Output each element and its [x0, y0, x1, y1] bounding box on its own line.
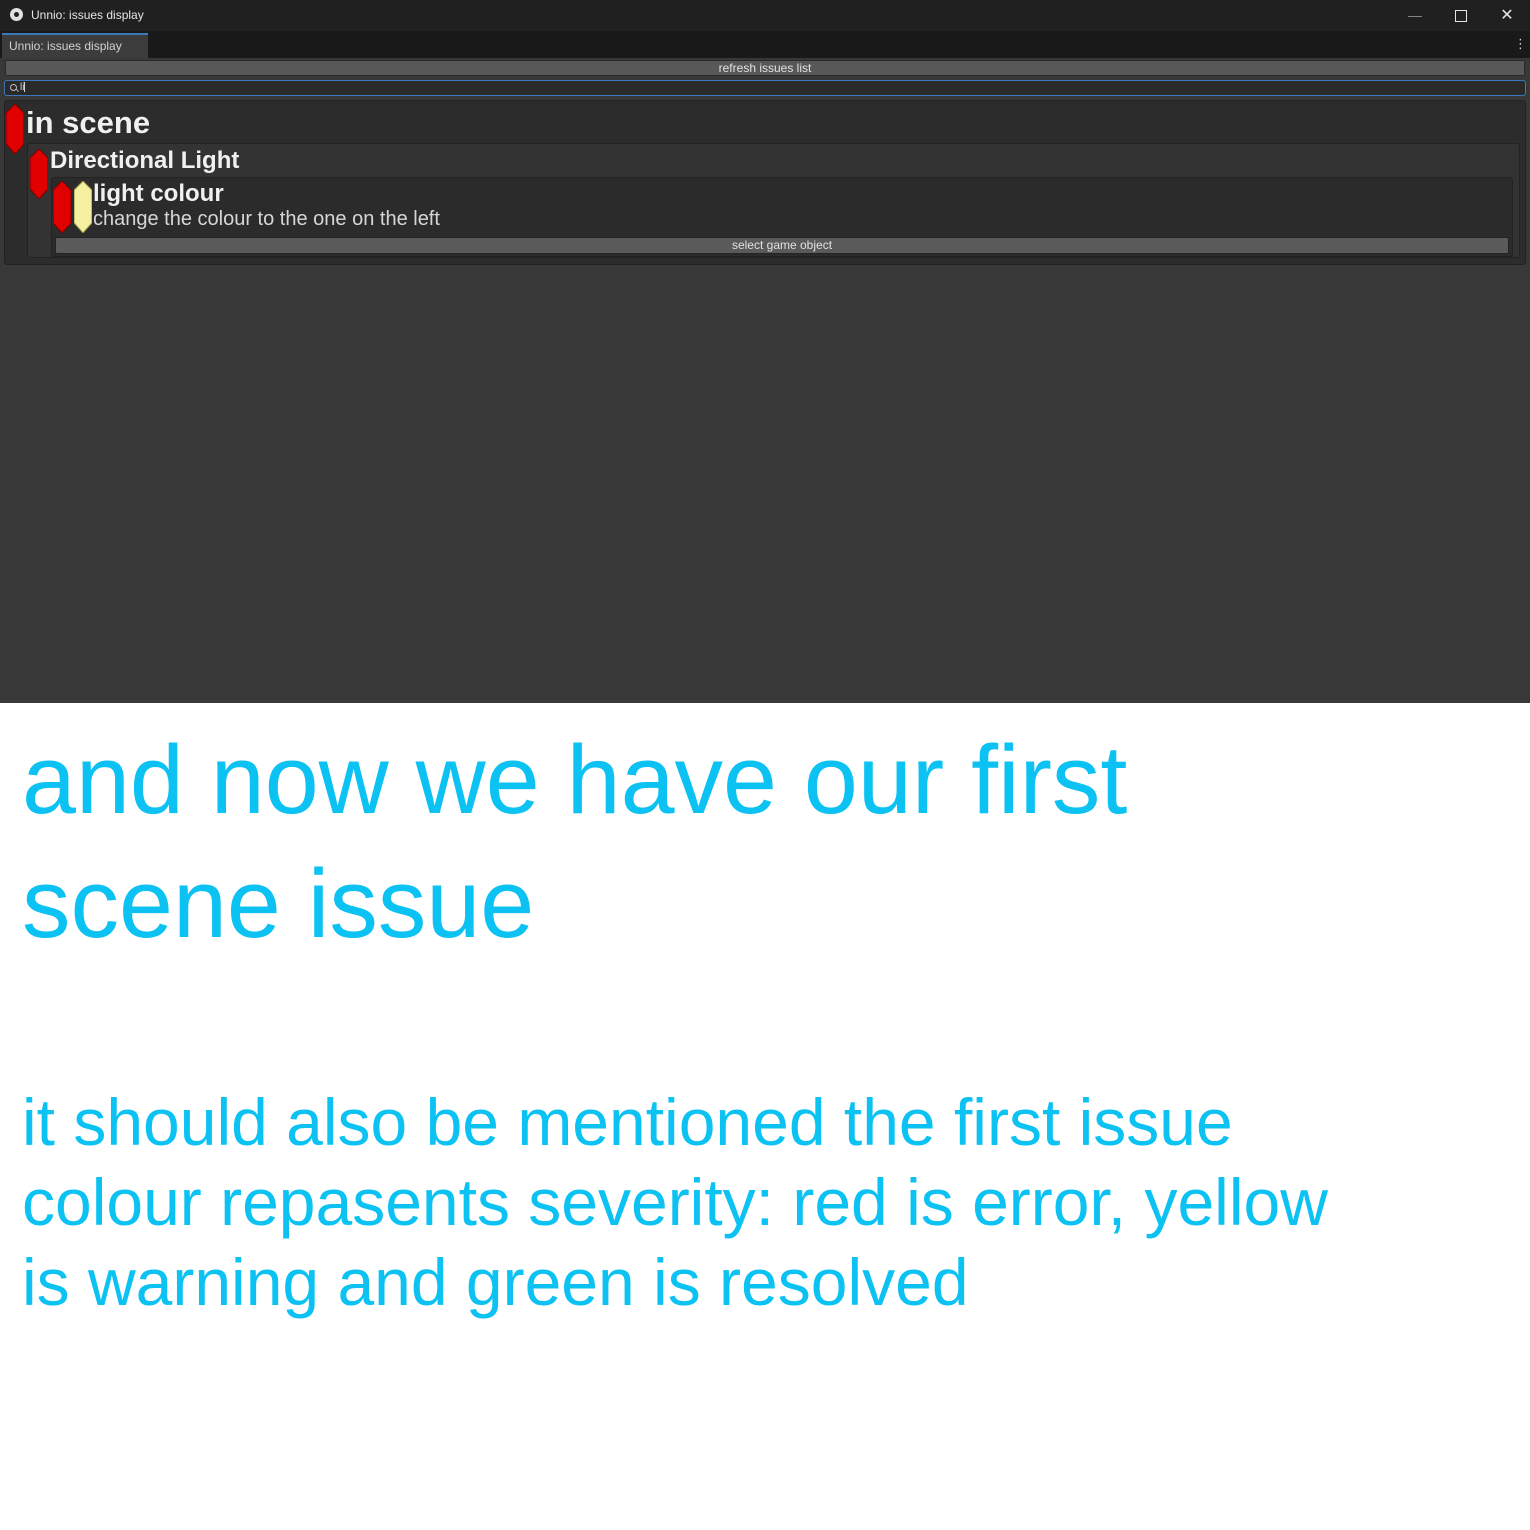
issues-display-window: Unnio: issues display — ✕ Unnio: issues … — [0, 0, 1530, 703]
text-caret — [24, 82, 26, 93]
issue-title: light colour — [93, 180, 224, 207]
window-title: Unnio: issues display — [31, 8, 144, 22]
unity-logo-icon — [10, 8, 23, 21]
scene-severity-error-icon — [6, 104, 24, 154]
tab-bar: Unnio: issues display ⋮ — [0, 31, 1530, 58]
more-options-icon[interactable]: ⋮ — [1514, 37, 1527, 50]
issue-severity-warning-icon — [74, 181, 92, 233]
select-game-object-button[interactable]: select game object — [55, 237, 1509, 254]
search-input[interactable]: li — [4, 80, 1526, 96]
title-bar: Unnio: issues display — ✕ — [0, 0, 1530, 31]
object-severity-error-icon — [30, 149, 48, 199]
issue-description: change the colour to the one on the left — [93, 208, 440, 230]
refresh-issues-button[interactable]: refresh issues list — [5, 60, 1525, 76]
caption-heading: and now we have our first scene issue — [22, 725, 1128, 958]
caption-note: it should also be mentioned the first is… — [22, 1085, 1328, 1319]
issue-severity-error-icon — [53, 181, 71, 233]
game-object-name[interactable]: Directional Light — [50, 147, 239, 175]
close-icon: ✕ — [1500, 7, 1514, 24]
close-button[interactable]: ✕ — [1484, 0, 1530, 31]
search-icon — [10, 84, 17, 91]
maximize-button[interactable] — [1438, 0, 1484, 31]
minimize-button[interactable]: — — [1392, 0, 1438, 31]
scene-title: in scene — [26, 105, 151, 140]
maximize-icon — [1455, 10, 1467, 22]
tab-issues-display[interactable]: Unnio: issues display — [2, 33, 148, 58]
minimize-icon: — — [1408, 7, 1422, 23]
